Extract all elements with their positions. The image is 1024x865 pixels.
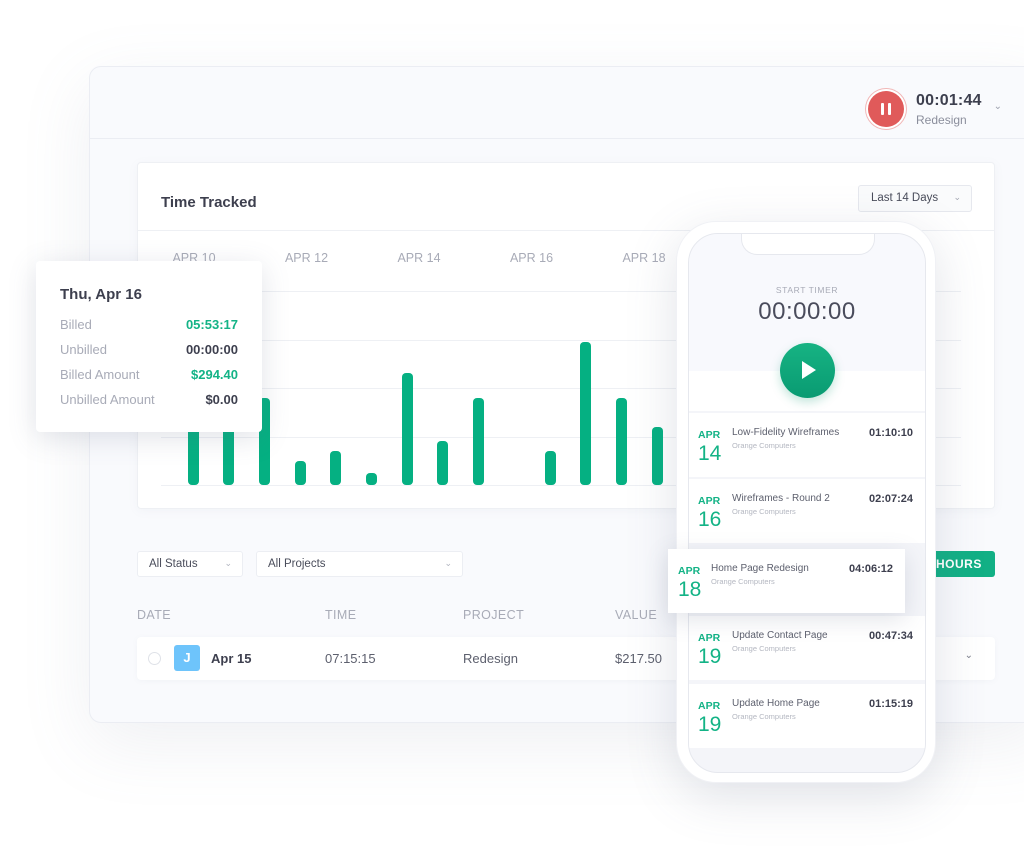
entry-title: Update Contact Page	[732, 630, 828, 641]
bar[interactable]	[544, 451, 556, 485]
timer-value: 00:01:44	[916, 91, 982, 109]
bar[interactable]	[473, 397, 485, 485]
entry-day: 18	[678, 578, 702, 601]
x-tick-label: APR 16	[509, 251, 554, 265]
list-item[interactable]: APR 16 Wireframes - Round 2 Orange Compu…	[689, 479, 925, 543]
bar[interactable]	[437, 441, 449, 485]
tooltip-value: 05:53:17	[185, 317, 238, 332]
timer-text: 00:01:44 Redesign	[916, 92, 982, 127]
tooltip-value: 00:00:00	[185, 342, 238, 357]
entry-month: APR	[698, 495, 721, 507]
x-tick-label: APR 14	[397, 251, 441, 265]
row-project: Redesign	[463, 651, 518, 666]
entry-month: APR	[698, 429, 721, 441]
phone-notch	[741, 234, 875, 255]
column-header-date[interactable]: DATE	[137, 608, 171, 622]
pause-button[interactable]	[868, 91, 904, 127]
chart-tooltip: Thu, Apr 16 Billed 05:53:17 Unbilled 00:…	[36, 261, 262, 432]
date-range-select[interactable]: Last 14 Days ⌄	[858, 185, 972, 212]
entry-title: Home Page Redesign	[711, 563, 809, 574]
entry-title: Wireframes - Round 2	[732, 493, 830, 504]
bar[interactable]	[401, 373, 413, 485]
projects-filter[interactable]: All Projects ⌄	[256, 551, 463, 577]
x-tick-label: APR 18	[622, 251, 666, 265]
play-icon	[802, 361, 816, 379]
entry-month: APR	[698, 700, 721, 712]
tooltip-row-billed-amount: Billed Amount $294.40	[60, 367, 238, 382]
entry-title: Low-Fidelity Wireframes	[732, 427, 840, 438]
entry-day: 19	[698, 713, 722, 736]
list-item[interactable]: APR 19 Update Contact Page Orange Comput…	[689, 616, 925, 680]
chart-title: Time Tracked	[161, 194, 257, 211]
top-bar: 00:01:44 Redesign ⌄	[90, 67, 1024, 139]
chevron-down-icon: ⌄	[953, 192, 961, 202]
entry-month: APR	[678, 565, 701, 577]
chevron-down-icon[interactable]: ⌄	[965, 650, 973, 661]
entry-client: Orange Computers	[711, 577, 775, 586]
entry-client: Orange Computers	[732, 644, 796, 653]
row-date: Apr 15	[211, 651, 252, 666]
pause-icon-bar	[888, 103, 891, 115]
phone-screen: START TIMER 00:00:00 APR 14 Low-Fidelity…	[688, 233, 926, 773]
list-item[interactable]: APR 14 Low-Fidelity Wireframes Orange Co…	[689, 413, 925, 477]
pause-icon	[881, 103, 884, 115]
row-value: $217.50	[615, 651, 662, 666]
bar[interactable]	[294, 460, 306, 485]
start-timer-button[interactable]	[780, 343, 835, 398]
column-header-time[interactable]: TIME	[325, 608, 356, 622]
entry-day: 16	[698, 508, 722, 531]
phone-timer-value: 00:00:00	[758, 298, 856, 325]
tooltip-title: Thu, Apr 16	[60, 286, 142, 303]
list-item[interactable]: APR 19 Update Home Page Orange Computers…	[689, 684, 925, 748]
bar[interactable]	[580, 341, 592, 485]
x-tick-label: APR 12	[284, 251, 329, 265]
tooltip-label: Unbilled	[60, 342, 107, 357]
entry-time: 01:10:10	[868, 427, 913, 439]
chevron-down-icon: ⌄	[444, 558, 452, 568]
bar[interactable]	[330, 451, 342, 485]
bar[interactable]	[366, 472, 377, 485]
row-select-radio[interactable]	[148, 652, 161, 665]
column-header-project[interactable]: PROJECT	[463, 608, 524, 622]
running-timer[interactable]: 00:01:44 Redesign ⌄	[868, 91, 1002, 127]
tooltip-row-billed: Billed 05:53:17	[60, 317, 238, 332]
list-item-dragged[interactable]: APR 18 Home Page Redesign Orange Compute…	[668, 549, 905, 613]
tooltip-label: Billed	[60, 317, 92, 332]
chevron-down-icon[interactable]: ⌄	[994, 101, 1002, 112]
entry-time: 02:07:24	[868, 493, 913, 505]
tooltip-row-unbilled-amount: Unbilled Amount $0.00	[60, 392, 238, 407]
row-time: 07:15:15	[325, 651, 376, 666]
entry-title: Update Home Page	[732, 698, 820, 709]
entry-month: APR	[698, 632, 721, 644]
entry-time: 01:15:19	[868, 698, 913, 710]
tooltip-label: Unbilled Amount	[60, 392, 155, 407]
entry-day: 19	[698, 645, 722, 668]
entry-client: Orange Computers	[732, 712, 796, 721]
column-header-value[interactable]: VALUE	[615, 608, 657, 622]
status-filter[interactable]: All Status ⌄	[137, 551, 243, 577]
chevron-down-icon: ⌄	[224, 558, 232, 568]
start-timer-label: START TIMER	[775, 285, 839, 295]
tooltip-value: $0.00	[205, 392, 238, 407]
avatar: J	[174, 645, 200, 671]
entry-day: 14	[698, 442, 722, 465]
tooltip-row-unbilled: Unbilled 00:00:00	[60, 342, 238, 357]
projects-filter-value: All Projects	[268, 558, 326, 570]
entry-client: Orange Computers	[732, 507, 796, 516]
bar[interactable]	[651, 426, 663, 485]
entry-client: Orange Computers	[732, 441, 796, 450]
timer-project: Redesign	[916, 112, 967, 127]
date-range-value: Last 14 Days	[871, 192, 939, 204]
entry-time: 04:06:12	[848, 563, 893, 575]
tooltip-value: $294.40	[191, 367, 238, 382]
status-filter-value: All Status	[149, 558, 198, 570]
bar[interactable]	[615, 397, 627, 485]
tooltip-label: Billed Amount	[60, 367, 140, 382]
entry-time: 00:47:34	[868, 630, 913, 642]
phone-mockup: START TIMER 00:00:00 APR 14 Low-Fidelity…	[676, 221, 936, 783]
